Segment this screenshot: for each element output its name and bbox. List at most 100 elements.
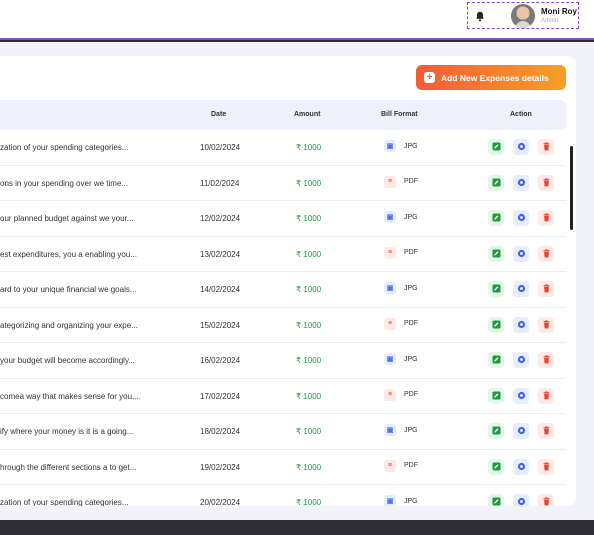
delete-button[interactable] (538, 423, 554, 439)
add-expense-label: Add New Expenses details (441, 72, 549, 83)
delete-button[interactable] (538, 387, 554, 405)
view-button[interactable] (513, 494, 529, 506)
user-name: Moni Roy (541, 7, 577, 16)
table-row: ify where your money is it is a going...… (0, 414, 566, 450)
row-bill-format[interactable]: ▣ JPG (384, 353, 418, 365)
row-amount: ₹ 1000 (296, 391, 322, 401)
delete-button[interactable] (538, 458, 554, 475)
table-row: comea way that makes sense for you.... 17… (0, 379, 566, 414)
image-file-icon: ▣ (384, 282, 396, 294)
trash-icon (542, 387, 551, 405)
row-description: zation of your spending categories... (0, 143, 129, 152)
trash-icon (542, 280, 551, 298)
edit-button[interactable] (488, 210, 504, 226)
user-role: Admin (541, 18, 559, 24)
row-bill-format[interactable]: ≡ PDF (384, 246, 418, 259)
trash-icon (542, 351, 551, 369)
column-date: Date (211, 111, 227, 118)
row-description: ard to your unique financial we goals... (0, 285, 137, 294)
edit-icon (492, 493, 501, 506)
view-button[interactable] (513, 174, 529, 191)
row-amount: ₹ 1000 (296, 143, 322, 152)
view-button[interactable] (513, 316, 529, 334)
row-bill-format[interactable]: ▣ JPG (384, 140, 418, 152)
table-row: ard to your unique financial we goals...… (0, 272, 566, 308)
scrollbar[interactable] (570, 130, 573, 506)
view-button[interactable] (513, 458, 529, 475)
view-button[interactable] (513, 352, 529, 368)
scrollbar-thumb[interactable] (570, 146, 573, 230)
edit-button[interactable] (488, 423, 504, 439)
edit-icon (492, 351, 501, 369)
delete-button[interactable] (538, 281, 554, 297)
eye-icon (517, 387, 526, 405)
edit-icon (492, 422, 501, 440)
view-button[interactable] (513, 210, 529, 226)
expenses-table-body: zation of your spending categories... 10/… (0, 130, 566, 506)
pdf-file-icon: ≡ (384, 459, 396, 472)
row-bill-format[interactable]: ≡ PDF (384, 388, 418, 401)
trash-icon (542, 245, 551, 263)
image-file-icon: ▣ (384, 353, 396, 365)
avatar[interactable] (511, 4, 535, 28)
eye-icon (517, 493, 526, 506)
row-bill-format[interactable]: ▣ JPG (384, 495, 418, 506)
trash-icon (542, 138, 551, 156)
row-bill-format[interactable]: ▣ JPG (384, 282, 418, 294)
table-row: your budget will become accordingly... 16… (0, 343, 566, 379)
row-format-label: JPG (404, 426, 418, 434)
row-date: 16/02/2024 (200, 356, 241, 365)
edit-button[interactable] (488, 245, 504, 262)
edit-button[interactable] (488, 352, 504, 368)
delete-button[interactable] (538, 494, 554, 506)
row-amount: ₹ 1000 (296, 285, 322, 294)
delete-button[interactable] (538, 210, 554, 226)
delete-button[interactable] (538, 352, 554, 368)
edit-button[interactable] (488, 387, 504, 404)
edit-button[interactable] (488, 281, 504, 297)
view-button[interactable] (513, 387, 529, 405)
row-date: 10/02/2024 (200, 143, 241, 152)
eye-icon (517, 209, 526, 227)
row-actions (488, 387, 554, 405)
row-actions (488, 494, 554, 506)
row-amount: ₹ 1000 (296, 427, 322, 436)
edit-button[interactable] (488, 458, 504, 475)
row-actions (488, 210, 554, 226)
row-actions (488, 139, 554, 155)
view-button[interactable] (513, 245, 529, 263)
trash-icon (542, 316, 551, 334)
delete-button[interactable] (538, 316, 554, 334)
row-description: our planned budget against we your... (0, 214, 134, 223)
eye-icon (517, 351, 526, 369)
edit-button[interactable] (488, 139, 504, 155)
row-bill-format[interactable]: ≡ PDF (384, 459, 418, 472)
edit-button[interactable] (488, 174, 504, 191)
row-actions (488, 245, 554, 263)
row-bill-format[interactable]: ▣ JPG (384, 211, 418, 223)
user-profile-box[interactable]: Moni Roy Admin (467, 2, 579, 29)
table-row: est expenditures, you a enabling you... 1… (0, 237, 566, 272)
view-button[interactable] (513, 139, 529, 155)
row-bill-format[interactable]: ≡ PDF (384, 317, 418, 330)
view-button[interactable] (513, 281, 529, 297)
image-file-icon: ▣ (384, 495, 396, 506)
row-bill-format[interactable]: ≡ PDF (384, 175, 418, 188)
delete-button[interactable] (538, 245, 554, 263)
edit-button[interactable] (488, 316, 504, 333)
delete-button[interactable] (538, 139, 554, 155)
row-bill-format[interactable]: ▣ JPG (384, 424, 418, 436)
edit-button[interactable] (488, 494, 504, 506)
eye-icon (517, 245, 526, 263)
bell-icon[interactable] (473, 9, 487, 23)
delete-button[interactable] (538, 174, 554, 192)
row-format-label: JPG (404, 142, 418, 150)
view-button[interactable] (513, 423, 529, 439)
row-amount: ₹ 1000 (296, 249, 322, 259)
eye-icon (517, 316, 526, 334)
column-amount: Amount (294, 111, 321, 118)
add-expense-button[interactable]: + Add New Expenses details (416, 65, 566, 90)
eye-icon (517, 280, 526, 298)
row-date: 13/02/2024 (200, 249, 241, 259)
trash-icon (542, 174, 551, 192)
